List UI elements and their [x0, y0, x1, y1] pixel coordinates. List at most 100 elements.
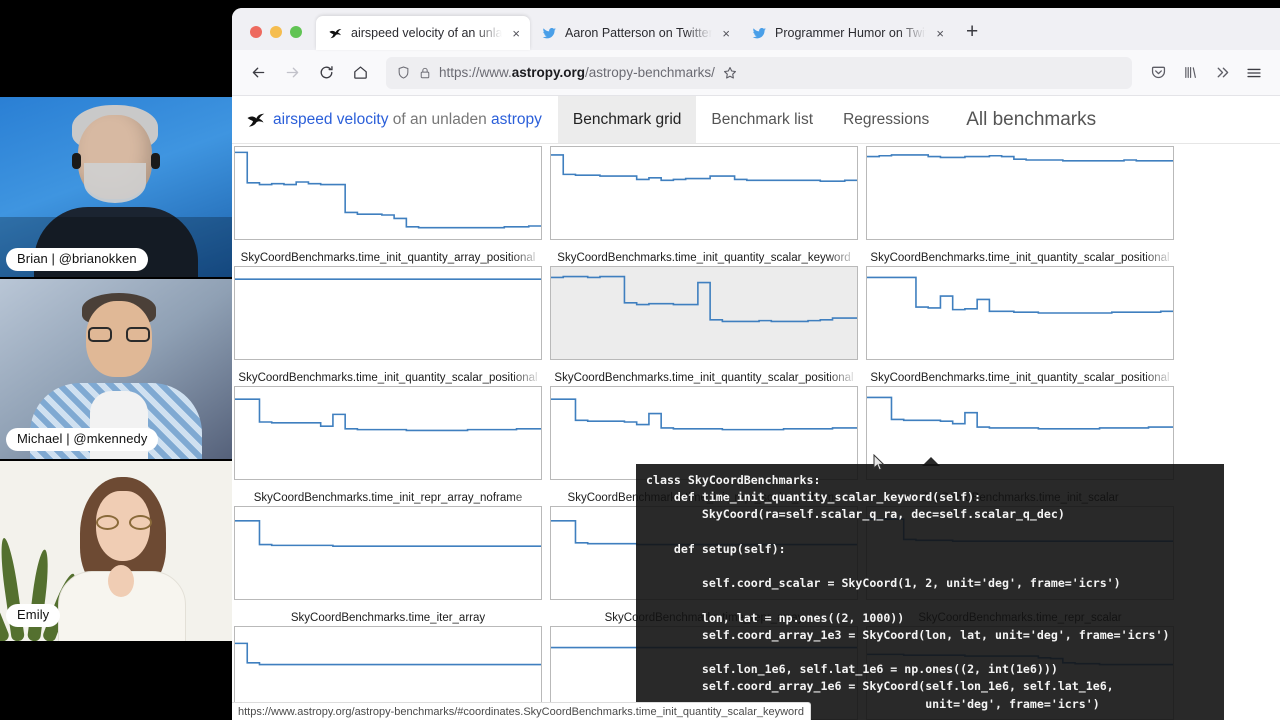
brand-part-unladen: of an unladen	[388, 110, 492, 128]
axis-ticks	[235, 506, 541, 507]
axis-ticks	[867, 266, 1173, 267]
benchmark-plot[interactable]	[234, 146, 542, 240]
toolbar-right	[1142, 57, 1270, 89]
axis-ticks	[235, 386, 541, 387]
benchmark-title: SkyCoordBenchmarks.time_init_quantity_sc…	[557, 252, 851, 264]
brand-text: airspeed velocity of an unladen astropy	[273, 111, 542, 129]
tab-astropy-benchmarks[interactable]: airspeed velocity of an unladen astropy …	[316, 16, 530, 50]
axis-ticks	[867, 386, 1173, 387]
benchmark-plot[interactable]	[234, 266, 542, 360]
benchmark-series	[235, 387, 541, 479]
zoom-window-button[interactable]	[290, 26, 302, 38]
lock-icon[interactable]	[418, 66, 432, 80]
close-window-button[interactable]	[250, 26, 262, 38]
benchmark-title: SkyCoordBenchmarks.time_init_quantity_sc…	[554, 372, 854, 384]
benchmark-series	[235, 147, 541, 239]
benchmark-plot[interactable]	[234, 506, 542, 600]
back-button[interactable]	[242, 57, 274, 89]
home-button[interactable]	[344, 57, 376, 89]
swallow-icon	[247, 113, 265, 127]
participant-name-michael: Michael | @mkennedy	[6, 428, 159, 451]
address-bar[interactable]: https://www.astropy.org/astropy-benchmar…	[386, 56, 1132, 89]
benchmark-cell[interactable]	[234, 130, 542, 240]
benchmark-plot[interactable]	[550, 146, 858, 240]
tab-close-icon[interactable]: ×	[720, 27, 730, 40]
tab-programmer-humor-twitter[interactable]: Programmer Humor on Twitter: " ×	[740, 16, 954, 50]
participant-name-emily: Emily	[6, 604, 61, 627]
browser-window: airspeed velocity of an unladen astropy …	[232, 8, 1280, 720]
benchmark-title: SkyCoordBenchmarks.time_init_quantity_sc…	[238, 372, 538, 384]
benchmark-cell[interactable]: SkyCoordBenchmarks.time_init_repr_array_…	[234, 490, 542, 600]
benchmark-cell[interactable]: SkyCoordBenchmarks.time_init_quantity_ar…	[234, 250, 542, 360]
benchmark-title: SkyCoordBenchmarks.time_init_repr_array_…	[253, 492, 523, 504]
benchmark-title: SkyCoordBenchmarks.time_init_quantity_ar…	[240, 252, 536, 264]
axis-ticks	[551, 266, 857, 267]
earbud-icon	[151, 153, 160, 169]
benchmark-plot[interactable]	[550, 266, 858, 360]
participant-name-brian: Brian | @brianokken	[6, 248, 148, 271]
benchmark-title: SkyCoordBenchmarks.time_init_quantity_sc…	[870, 372, 1170, 384]
avatar-hand	[108, 565, 134, 597]
shield-icon[interactable]	[396, 65, 411, 80]
tab-title: airspeed velocity of an unladen astropy	[351, 26, 503, 40]
benchmark-cell[interactable]: SkyCoordBenchmarks.time_init_quantity_sc…	[234, 370, 542, 480]
window-controls	[232, 26, 316, 50]
hamburger-menu-icon[interactable]	[1238, 57, 1270, 89]
library-icon[interactable]	[1174, 57, 1206, 89]
tab-strip: airspeed velocity of an unladen astropy …	[232, 8, 1280, 50]
tab-aaron-patterson-twitter[interactable]: Aaron Patterson on Twitter: "I ha ×	[530, 16, 740, 50]
benchmark-title	[234, 130, 542, 146]
navigation-toolbar: https://www.astropy.org/astropy-benchmar…	[232, 50, 1280, 96]
swallow-icon	[329, 28, 342, 38]
benchmark-title	[550, 130, 858, 146]
glasses-icon	[88, 327, 150, 342]
benchmark-title: SkyCoordBenchmarks.time_iter_array	[290, 612, 486, 624]
twitter-icon	[542, 27, 557, 38]
axis-ticks	[235, 146, 541, 147]
benchmark-cell[interactable]	[550, 130, 858, 240]
forward-button	[276, 57, 308, 89]
benchmark-series	[551, 147, 857, 239]
benchmark-cell[interactable]: SkyCoordBenchmarks.time_init_quantity_sc…	[550, 250, 858, 360]
benchmark-cell[interactable]	[866, 130, 1174, 240]
axis-ticks	[551, 386, 857, 387]
glasses-icon	[96, 515, 152, 530]
axis-ticks	[235, 266, 541, 267]
tab-title: Aaron Patterson on Twitter: "I ha	[565, 26, 713, 40]
benchmark-code-tooltip: class SkyCoordBenchmarks: def time_init_…	[636, 464, 1224, 720]
benchmark-title	[866, 130, 1174, 146]
twitter-icon	[752, 27, 767, 38]
benchmark-series	[235, 507, 541, 599]
tab-close-icon[interactable]: ×	[510, 27, 520, 40]
pocket-icon[interactable]	[1142, 57, 1174, 89]
new-tab-button[interactable]: +	[954, 21, 990, 50]
link-status-bar: https://www.astropy.org/astropy-benchmar…	[232, 702, 811, 720]
reload-button[interactable]	[310, 57, 342, 89]
axis-ticks	[235, 626, 541, 627]
earbud-icon	[72, 153, 81, 169]
minimize-window-button[interactable]	[270, 26, 282, 38]
star-icon[interactable]	[722, 65, 738, 81]
brand-part-airspeed: airspeed velocity	[273, 110, 389, 128]
axis-ticks	[867, 146, 1173, 147]
tab-close-icon[interactable]: ×	[934, 27, 944, 40]
tab-title: Programmer Humor on Twitter: "	[775, 26, 927, 40]
benchmark-series	[235, 267, 541, 359]
benchmark-title: SkyCoordBenchmarks.time_init_quantity_sc…	[870, 252, 1170, 264]
video-call-sidebar: Brian | @brianokken Michael | @mkennedy …	[0, 0, 232, 720]
benchmark-cell[interactable]: SkyCoordBenchmarks.time_init_quantity_sc…	[866, 250, 1174, 360]
benchmark-series	[551, 267, 857, 359]
avatar-beard	[84, 163, 146, 203]
chevron-double-right-icon[interactable]	[1206, 57, 1238, 89]
axis-ticks	[551, 146, 857, 147]
brand-part-astropy: astropy	[491, 110, 542, 128]
benchmark-plot[interactable]	[866, 266, 1174, 360]
benchmark-plot[interactable]	[234, 386, 542, 480]
mouse-cursor	[873, 454, 885, 471]
screen: Brian | @brianokken Michael | @mkennedy …	[0, 0, 1280, 720]
benchmark-series	[867, 267, 1173, 359]
web-page: airspeed velocity of an unladen astropy …	[232, 96, 1280, 720]
url-text: https://www.astropy.org/astropy-benchmar…	[439, 65, 715, 80]
benchmark-plot[interactable]	[866, 146, 1174, 240]
benchmark-series	[867, 147, 1173, 239]
